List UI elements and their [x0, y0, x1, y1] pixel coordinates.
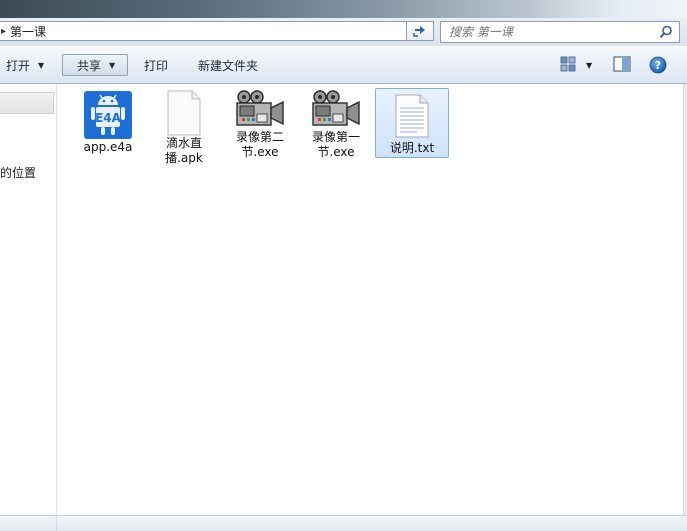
navigation-pane: 的位置: [0, 84, 57, 515]
refresh-icon[interactable]: [406, 21, 434, 41]
file-item-label: 录像第二节.exe: [235, 130, 284, 159]
chevron-down-icon: ▼: [109, 60, 116, 70]
file-item-label: 滴水直播.apk: [165, 136, 203, 165]
address-bar[interactable]: ▸ 第一课: [0, 21, 406, 41]
new-folder-button-label: 新建文件夹: [198, 58, 259, 73]
e4a-app-icon: E4A: [83, 90, 133, 140]
breadcrumb-current-folder[interactable]: 第一课: [10, 23, 46, 40]
chevron-down-icon: ▼: [38, 60, 45, 70]
navigation-selected-item[interactable]: [0, 92, 54, 114]
help-button[interactable]: ?: [649, 56, 667, 77]
command-bar: 打开 ▼ 共享 ▼ 打印 新建文件夹 ▼ ?: [0, 47, 687, 84]
file-item-label: 录像第一节.exe: [311, 130, 360, 159]
video-camera-icon: [311, 90, 361, 130]
svg-text:E4A: E4A: [95, 111, 122, 125]
search-box[interactable]: [440, 21, 680, 43]
video-camera-icon: [235, 90, 285, 130]
nav-item-recent-places[interactable]: 的位置: [0, 164, 36, 181]
preview-pane-button[interactable]: [613, 56, 631, 75]
file-item-app-e4a[interactable]: E4A app.e4a: [71, 88, 145, 158]
status-bar: [0, 515, 687, 531]
file-item-apk[interactable]: 滴水直播.apk: [147, 88, 221, 165]
blank-file-icon: [159, 90, 209, 136]
file-item-label: app.e4a: [83, 140, 133, 154]
file-item-recording-1[interactable]: 录像第一节.exe: [299, 88, 373, 159]
open-button-label: 打开: [6, 58, 31, 73]
print-button[interactable]: 打印: [138, 54, 174, 76]
vertical-scrollbar[interactable]: [683, 84, 687, 515]
file-list: E4A app.e4a 滴水直播.apk 录像第二节.exe 录像第一节.exe…: [57, 84, 687, 515]
chevron-down-icon[interactable]: ▼: [586, 61, 592, 70]
breadcrumb-separator: ▸: [1, 25, 7, 37]
view-grid-icon: [560, 56, 576, 75]
share-button[interactable]: 共享 ▼: [62, 54, 128, 76]
help-icon: ?: [649, 56, 667, 77]
file-item-recording-2[interactable]: 录像第二节.exe: [223, 88, 297, 159]
print-button-label: 打印: [144, 58, 169, 73]
window-top-strip: [0, 0, 687, 18]
file-item-label: 说明.txt: [389, 141, 435, 155]
file-item-readme-txt[interactable]: 说明.txt: [375, 88, 449, 158]
search-icon[interactable]: [659, 25, 673, 42]
text-file-icon: [387, 91, 437, 141]
open-button[interactable]: 打开 ▼: [0, 54, 50, 76]
new-folder-button[interactable]: 新建文件夹: [192, 54, 264, 76]
address-row: ▸ 第一课 ▼: [0, 18, 687, 46]
svg-text:?: ?: [655, 59, 661, 72]
share-button-label: 共享: [77, 58, 102, 73]
change-view-button[interactable]: ▼: [560, 56, 592, 75]
preview-pane-icon: [613, 56, 631, 75]
search-input[interactable]: [449, 25, 649, 39]
